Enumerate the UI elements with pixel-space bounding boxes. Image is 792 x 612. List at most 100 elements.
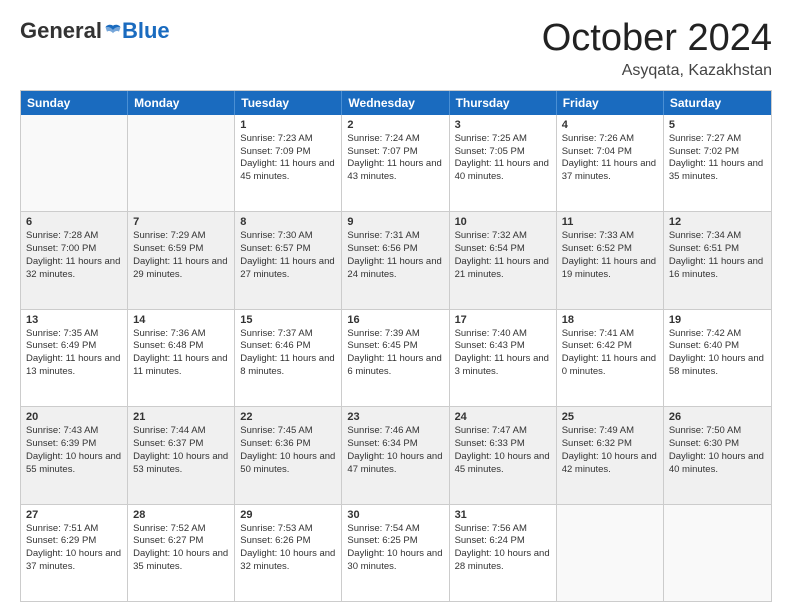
sunrise-text: Sunrise: 7:50 AM <box>669 425 766 438</box>
daylight-text: Daylight: 10 hours and 55 minutes. <box>26 451 122 477</box>
daylight-text: Daylight: 11 hours and 8 minutes. <box>240 353 336 379</box>
sunset-text: Sunset: 6:33 PM <box>455 438 551 451</box>
calendar-row-4: 27Sunrise: 7:51 AMSunset: 6:29 PMDayligh… <box>21 504 771 601</box>
calendar: Sunday Monday Tuesday Wednesday Thursday… <box>20 90 772 602</box>
calendar-cell-r3-c3: 23Sunrise: 7:46 AMSunset: 6:34 PMDayligh… <box>342 407 449 503</box>
day-number: 16 <box>347 314 443 326</box>
day-number: 10 <box>455 216 551 228</box>
sunset-text: Sunset: 6:37 PM <box>133 438 229 451</box>
calendar-cell-r4-c0: 27Sunrise: 7:51 AMSunset: 6:29 PMDayligh… <box>21 505 128 601</box>
daylight-text: Daylight: 11 hours and 19 minutes. <box>562 256 658 282</box>
logo-bird-icon <box>104 22 122 40</box>
sunrise-text: Sunrise: 7:27 AM <box>669 133 766 146</box>
sunset-text: Sunset: 6:43 PM <box>455 340 551 353</box>
daylight-text: Daylight: 11 hours and 13 minutes. <box>26 353 122 379</box>
daylight-text: Daylight: 10 hours and 47 minutes. <box>347 451 443 477</box>
sunrise-text: Sunrise: 7:33 AM <box>562 230 658 243</box>
sunset-text: Sunset: 6:59 PM <box>133 243 229 256</box>
sunset-text: Sunset: 6:49 PM <box>26 340 122 353</box>
day-number: 9 <box>347 216 443 228</box>
sunset-text: Sunset: 7:07 PM <box>347 146 443 159</box>
sunrise-text: Sunrise: 7:25 AM <box>455 133 551 146</box>
day-number: 20 <box>26 411 122 423</box>
sunset-text: Sunset: 6:45 PM <box>347 340 443 353</box>
calendar-row-3: 20Sunrise: 7:43 AMSunset: 6:39 PMDayligh… <box>21 406 771 503</box>
daylight-text: Daylight: 11 hours and 43 minutes. <box>347 158 443 184</box>
daylight-text: Daylight: 10 hours and 42 minutes. <box>562 451 658 477</box>
sunrise-text: Sunrise: 7:47 AM <box>455 425 551 438</box>
sunrise-text: Sunrise: 7:45 AM <box>240 425 336 438</box>
daylight-text: Daylight: 11 hours and 29 minutes. <box>133 256 229 282</box>
calendar-cell-r0-c2: 1Sunrise: 7:23 AMSunset: 7:09 PMDaylight… <box>235 115 342 211</box>
daylight-text: Daylight: 11 hours and 32 minutes. <box>26 256 122 282</box>
day-number: 5 <box>669 119 766 131</box>
sunrise-text: Sunrise: 7:29 AM <box>133 230 229 243</box>
day-number: 13 <box>26 314 122 326</box>
daylight-text: Daylight: 10 hours and 28 minutes. <box>455 548 551 574</box>
calendar-cell-r2-c6: 19Sunrise: 7:42 AMSunset: 6:40 PMDayligh… <box>664 310 771 406</box>
sunset-text: Sunset: 6:32 PM <box>562 438 658 451</box>
calendar-cell-r2-c5: 18Sunrise: 7:41 AMSunset: 6:42 PMDayligh… <box>557 310 664 406</box>
location: Asyqata, Kazakhstan <box>542 62 772 80</box>
sunrise-text: Sunrise: 7:53 AM <box>240 523 336 536</box>
sunset-text: Sunset: 6:46 PM <box>240 340 336 353</box>
sunrise-text: Sunrise: 7:36 AM <box>133 328 229 341</box>
sunrise-text: Sunrise: 7:52 AM <box>133 523 229 536</box>
day-number: 18 <box>562 314 658 326</box>
daylight-text: Daylight: 10 hours and 53 minutes. <box>133 451 229 477</box>
calendar-cell-r1-c0: 6Sunrise: 7:28 AMSunset: 7:00 PMDaylight… <box>21 212 128 308</box>
daylight-text: Daylight: 11 hours and 16 minutes. <box>669 256 766 282</box>
calendar-cell-r4-c6 <box>664 505 771 601</box>
sunrise-text: Sunrise: 7:32 AM <box>455 230 551 243</box>
sunset-text: Sunset: 6:51 PM <box>669 243 766 256</box>
logo-text: General Blue <box>20 18 170 44</box>
month-title: October 2024 <box>542 18 772 60</box>
calendar-cell-r2-c2: 15Sunrise: 7:37 AMSunset: 6:46 PMDayligh… <box>235 310 342 406</box>
calendar-cell-r4-c5 <box>557 505 664 601</box>
day-number: 1 <box>240 119 336 131</box>
calendar-header: Sunday Monday Tuesday Wednesday Thursday… <box>21 91 771 115</box>
sunset-text: Sunset: 6:27 PM <box>133 535 229 548</box>
daylight-text: Daylight: 10 hours and 37 minutes. <box>26 548 122 574</box>
day-number: 25 <box>562 411 658 423</box>
daylight-text: Daylight: 10 hours and 35 minutes. <box>133 548 229 574</box>
daylight-text: Daylight: 11 hours and 21 minutes. <box>455 256 551 282</box>
sunrise-text: Sunrise: 7:54 AM <box>347 523 443 536</box>
sunrise-text: Sunrise: 7:42 AM <box>669 328 766 341</box>
calendar-cell-r2-c0: 13 Sunrise: 7:35 AMSunset: 6:49 PMDayligh… <box>21 310 128 406</box>
day-number: 28 <box>133 509 229 521</box>
daylight-text: Daylight: 11 hours and 35 minutes. <box>669 158 766 184</box>
sunrise-text: Sunrise: 7:44 AM <box>133 425 229 438</box>
day-number: 22 <box>240 411 336 423</box>
day-number: 27 <box>26 509 122 521</box>
sunrise-text: Sunrise: 7:30 AM <box>240 230 336 243</box>
logo: General Blue <box>20 18 170 44</box>
calendar-cell-r3-c1: 21Sunrise: 7:44 AMSunset: 6:37 PMDayligh… <box>128 407 235 503</box>
sunrise-text: Sunrise: 7:46 AM <box>347 425 443 438</box>
calendar-cell-r2-c3: 16Sunrise: 7:39 AMSunset: 6:45 PMDayligh… <box>342 310 449 406</box>
sunrise-text: Sunrise: 7:49 AM <box>562 425 658 438</box>
calendar-cell-r3-c2: 22Sunrise: 7:45 AMSunset: 6:36 PMDayligh… <box>235 407 342 503</box>
calendar-cell-r3-c6: 26Sunrise: 7:50 AMSunset: 6:30 PMDayligh… <box>664 407 771 503</box>
sunset-text: Sunset: 6:26 PM <box>240 535 336 548</box>
calendar-cell-r1-c5: 11Sunrise: 7:33 AMSunset: 6:52 PMDayligh… <box>557 212 664 308</box>
daylight-text: Daylight: 11 hours and 0 minutes. <box>562 353 658 379</box>
daylight-text: Daylight: 10 hours and 32 minutes. <box>240 548 336 574</box>
calendar-cell-r0-c4: 3Sunrise: 7:25 AMSunset: 7:05 PMDaylight… <box>450 115 557 211</box>
sunset-text: Sunset: 6:40 PM <box>669 340 766 353</box>
daylight-text: Daylight: 11 hours and 37 minutes. <box>562 158 658 184</box>
day-number: 12 <box>669 216 766 228</box>
daylight-text: Daylight: 10 hours and 58 minutes. <box>669 353 766 379</box>
sunset-text: Sunset: 6:48 PM <box>133 340 229 353</box>
sunrise-text: Sunrise: 7:35 AM <box>26 328 122 341</box>
sunset-text: Sunset: 6:36 PM <box>240 438 336 451</box>
title-block: October 2024 Asyqata, Kazakhstan <box>542 18 772 80</box>
header-sunday: Sunday <box>21 91 128 115</box>
calendar-body: 1Sunrise: 7:23 AMSunset: 7:09 PMDaylight… <box>21 115 771 601</box>
sunrise-text: Sunrise: 7:43 AM <box>26 425 122 438</box>
calendar-cell-r2-c4: 17Sunrise: 7:40 AMSunset: 6:43 PMDayligh… <box>450 310 557 406</box>
daylight-text: Daylight: 11 hours and 40 minutes. <box>455 158 551 184</box>
daylight-text: Daylight: 11 hours and 11 minutes. <box>133 353 229 379</box>
day-number: 6 <box>26 216 122 228</box>
sunset-text: Sunset: 7:02 PM <box>669 146 766 159</box>
